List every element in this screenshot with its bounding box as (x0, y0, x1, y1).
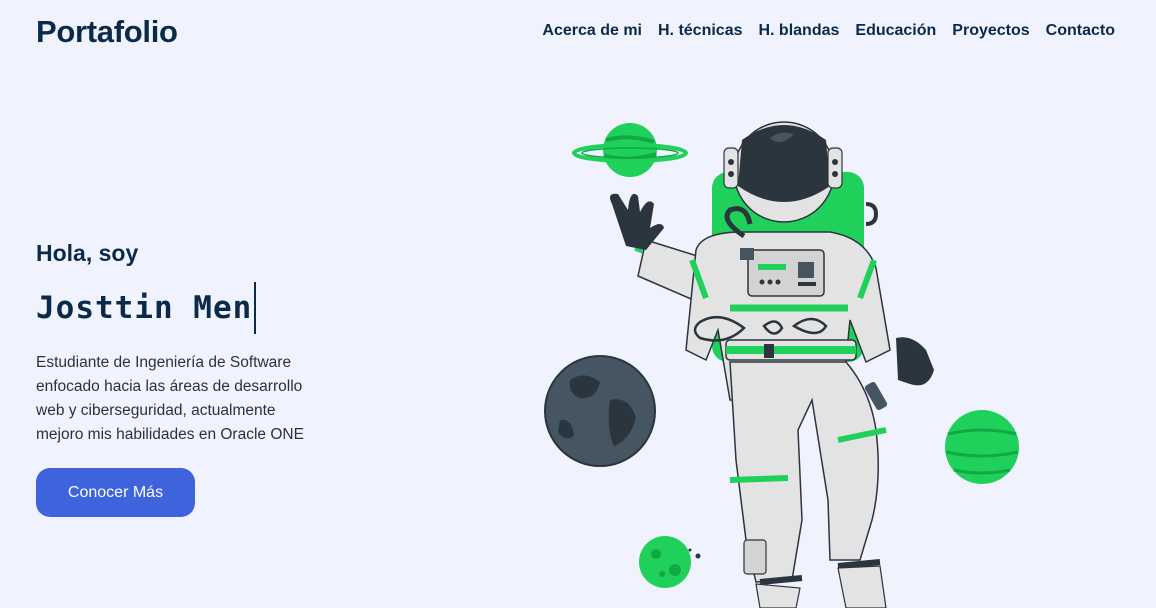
small-planet-icon (639, 536, 701, 588)
main-nav: Acerca de mi H. técnicas H. blandas Educ… (542, 22, 1115, 40)
hero-description: Estudiante de Ingeniería de Software enf… (36, 354, 304, 443)
nav-link-educacion[interactable]: Educación (855, 22, 936, 40)
hero-name-container: Josttin Men (36, 282, 257, 334)
earth-planet-icon (544, 355, 656, 467)
green-planet-icon (945, 410, 1019, 484)
astronaut-figure (610, 121, 934, 608)
nav-link-proyectos[interactable]: Proyectos (952, 22, 1029, 40)
nav-link-acerca[interactable]: Acerca de mi (542, 22, 642, 40)
nav-link-contacto[interactable]: Contacto (1046, 22, 1115, 40)
site-logo[interactable]: Portafolio (36, 14, 178, 50)
nav-link-blandas[interactable]: H. blandas (758, 22, 839, 40)
ringed-planet-icon (572, 123, 688, 177)
hero-name: Josttin Men (36, 290, 253, 326)
astronaut-illustration (544, 121, 1019, 608)
typing-cursor (254, 282, 257, 334)
nav-link-tecnicas[interactable]: H. técnicas (658, 22, 742, 40)
conocer-mas-button[interactable]: Conocer Más (36, 468, 195, 517)
hero-greeting: Hola, soy (36, 240, 139, 266)
site-header: Portafolio Acerca de mi H. técnicas H. b… (0, 0, 1156, 66)
